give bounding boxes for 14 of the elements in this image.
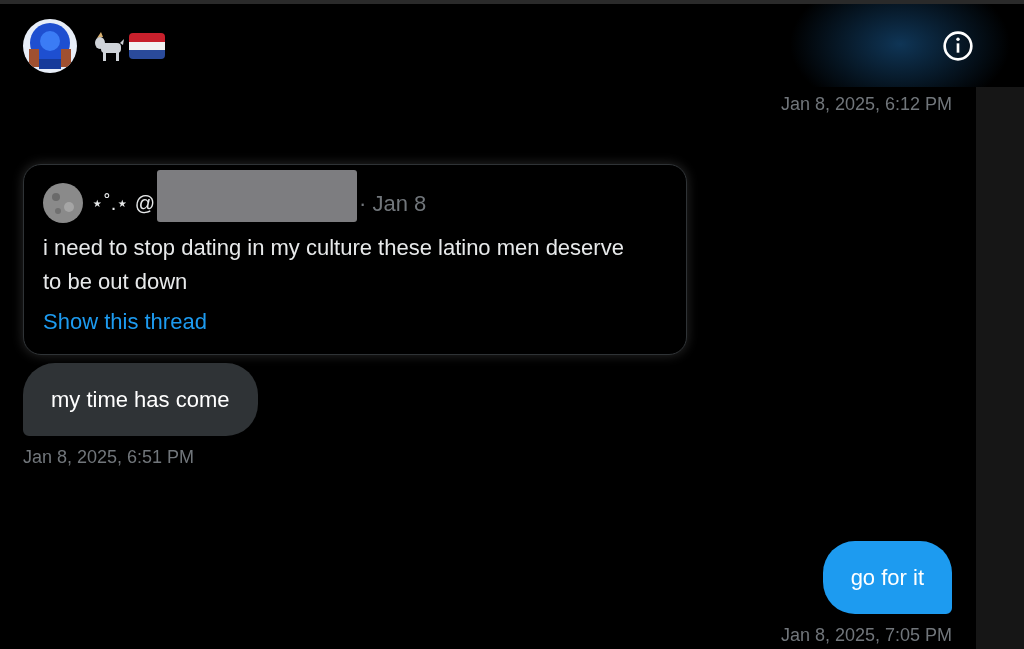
message-timestamp: Jan 8, 2025, 6:51 PM — [23, 446, 195, 469]
message-bubble: my time has come — [23, 363, 258, 436]
message-timestamp: Jan 8, 2025, 6:12 PM — [780, 93, 952, 116]
info-icon[interactable] — [942, 29, 974, 62]
message-bubble: go for it — [822, 541, 952, 614]
avatar[interactable] — [23, 18, 77, 73]
avatar[interactable] — [43, 183, 83, 223]
author-handle: ⋆˚.⋆ @ — [91, 191, 156, 216]
quoted-post-text: i need to stop dating in my culture these latino men deserve to be out down — [43, 234, 625, 296]
message-timestamp: Jan 8, 2025, 7:05 PM — [780, 624, 952, 647]
post-date: · Jan 8 — [359, 189, 427, 218]
quoted-post-card[interactable]: ⋆˚.⋆ @ · Jan 8 i need to stop dating in my culture these latino men deserve to be out down Show this thread — [23, 164, 687, 355]
flag-icon — [129, 32, 165, 59]
show-thread-link[interactable]: Show this thread — [43, 305, 207, 338]
